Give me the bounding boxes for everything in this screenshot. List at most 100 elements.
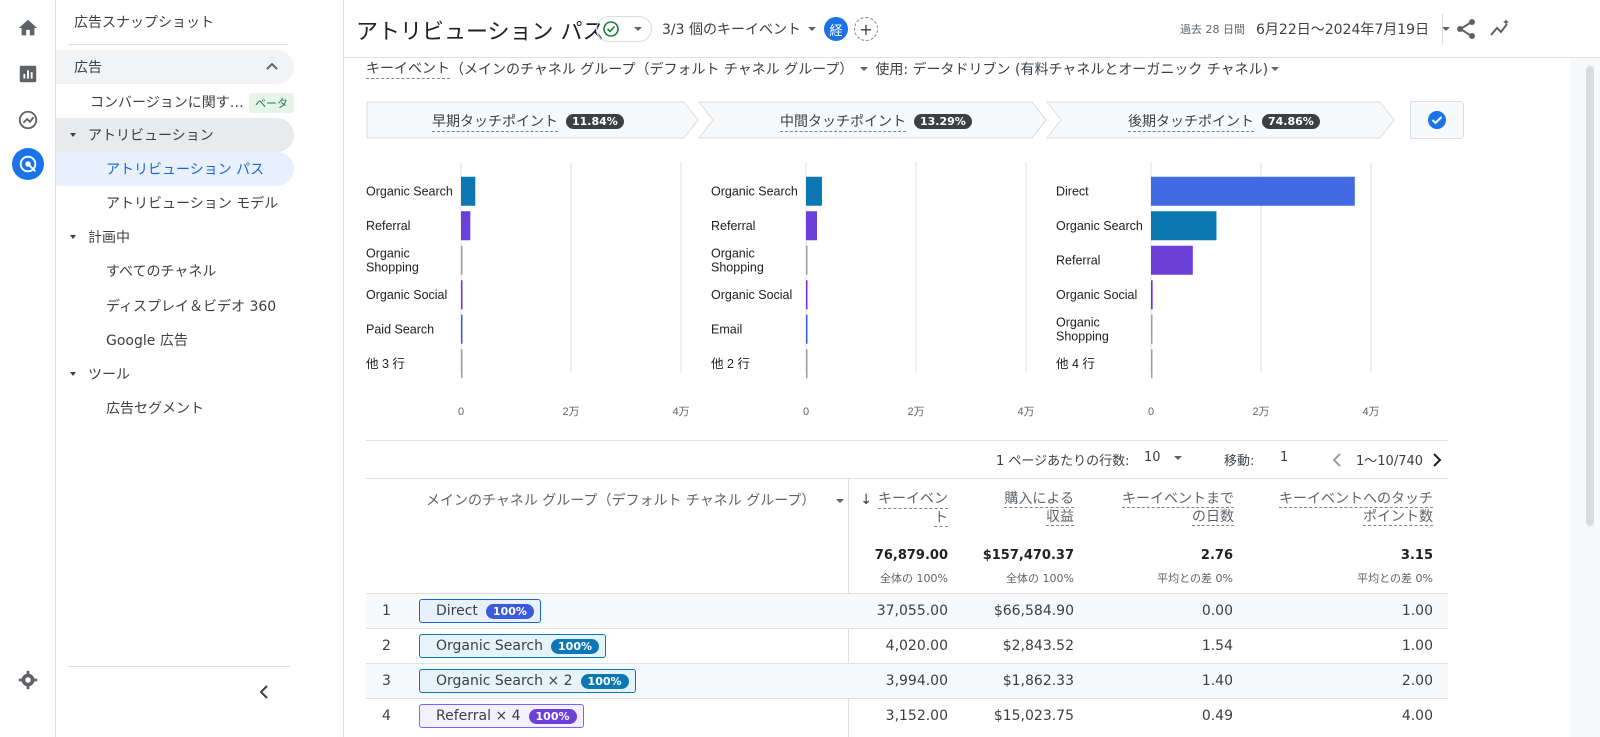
category-label: Organic Social (1056, 288, 1137, 302)
advertising-icon[interactable] (12, 148, 44, 180)
comparison-badge[interactable]: 経 (824, 17, 848, 41)
chart-svg: 0 2万 4万 Organic Search Referral Organic Shoppi… (366, 162, 690, 418)
cell-key-events: 3,994.00 (885, 673, 948, 689)
touchpoint-conversion[interactable] (1410, 101, 1464, 139)
sidebar-item-attribution-models[interactable]: アトリビューション モデル (56, 186, 294, 220)
touchpoint-early[interactable]: 早期タッチポイント 11.84% (366, 101, 700, 139)
sidebar-section-ads[interactable]: 広告 (56, 50, 294, 84)
dimension-column-label: メインのチャネル グループ（デフォルト チャネル グループ） (426, 493, 816, 509)
total-sub: 全体の 100% (880, 572, 948, 585)
add-comparison-icon[interactable]: + (854, 17, 878, 41)
prev-page-icon[interactable] (1330, 452, 1344, 468)
cell-revenue: $2,843.52 (1002, 638, 1074, 654)
status-dropdown[interactable] (596, 16, 652, 42)
sidebar-item-label: アトリビューション パス (106, 162, 265, 178)
sidebar-group-planning[interactable]: 計画中 (56, 220, 294, 254)
cell-days: 1.54 (1201, 638, 1233, 654)
column-header-touchpoints[interactable]: キーイベントへのタッチ ポイント数 (1244, 490, 1433, 526)
table-row[interactable]: 1 Direct 100% 37,055.00 $66,584.90 0.00 … (366, 593, 1448, 628)
bar (1151, 245, 1193, 275)
category-label: 他 4 行 (1056, 357, 1095, 371)
caret-down-icon (1271, 66, 1280, 71)
check-circle-icon (603, 21, 619, 37)
sidebar-item-dv360[interactable]: ディスプレイ＆ビデオ 360 (56, 289, 294, 323)
bar (806, 314, 808, 344)
next-page-icon[interactable] (1430, 452, 1444, 468)
table-row[interactable]: 3 Organic Search × 2 100% 3,994.00 $1,86… (366, 663, 1448, 698)
category-label: Organic Search (1056, 219, 1143, 233)
insights-icon[interactable] (1488, 17, 1512, 41)
tick-label: 2万 (907, 406, 924, 418)
sidebar-group-attribution[interactable]: アトリビューション (56, 118, 294, 152)
header-line1: キーイベントまで (1122, 491, 1234, 508)
row-index: 1 (382, 603, 391, 619)
reports-icon[interactable] (12, 58, 44, 90)
path-chip[interactable]: Organic Search × 2 100% (419, 669, 636, 693)
sidebar-title[interactable]: 広告スナップショット (74, 12, 214, 32)
sidebar-item-label: アトリビューション モデル (106, 196, 279, 212)
path-chip[interactable]: Direct 100% (419, 599, 541, 623)
caret-down-icon (836, 499, 845, 503)
tick-label: 2万 (562, 406, 579, 418)
chart-early: 0 2万 4万 Organic Search Referral Organic Shoppi… (366, 158, 696, 428)
category-label: Organic Shopping (366, 246, 419, 274)
touchpoint-middle[interactable]: 中間タッチポイント 13.29% (698, 101, 1048, 139)
goto-input[interactable]: 1 (1280, 450, 1288, 465)
category-label: Paid Search (366, 322, 434, 336)
total-value: 76,879.00 (874, 548, 948, 563)
dimension-name: （メインのチャネル グループ（デフォルト チャネル グループ） (450, 61, 854, 78)
sidebar-item-all-channels[interactable]: すべてのチャネル (56, 254, 294, 288)
caret-down-icon (1173, 455, 1182, 460)
key-events-dropdown[interactable]: 3/3 個のキーイベント (662, 19, 819, 39)
total-value: $157,470.37 (982, 548, 1074, 563)
dimension-column-header[interactable]: メインのチャネル グループ（デフォルト チャネル グループ） (426, 492, 847, 510)
collapse-sidebar-icon[interactable] (254, 682, 274, 702)
sidebar-item-label: Google 広告 (106, 333, 188, 349)
chart-svg: 0 2万 4万 Direct Organic Search Referral Organic… (1056, 162, 1380, 418)
column-header-days[interactable]: キーイベントまで の日数 (1084, 490, 1234, 526)
bar (461, 211, 471, 241)
path-chip[interactable]: Organic Search 100% (419, 634, 606, 658)
touchpoint-label: 後期タッチポイント 74.86% (1128, 111, 1320, 132)
touchpoint-late[interactable]: 後期タッチポイント 74.86% (1046, 101, 1396, 139)
rows-per-page-select[interactable]: 10 (1144, 450, 1185, 465)
row-index: 3 (382, 673, 391, 689)
share-icon[interactable] (1454, 17, 1478, 41)
cell-revenue: $15,023.75 (993, 708, 1074, 724)
table-row[interactable]: 4 Referral × 4 100% 3,152.00 $15,023.75 … (366, 698, 1448, 733)
nav-rail (0, 0, 56, 737)
category-label: Organic Social (711, 288, 792, 302)
explore-icon[interactable] (12, 104, 44, 136)
cell-days: 1.40 (1201, 673, 1233, 689)
settings-gear-icon[interactable] (12, 664, 44, 696)
touchpoint-name: 中間タッチポイント (780, 111, 906, 132)
dimension-selector-row[interactable]: キーイベント （メインのチャネル グループ（デフォルト チャネル グループ） 使… (366, 58, 1282, 79)
category-label: Organic Shopping (1056, 315, 1109, 343)
header-line2: 収益 (1046, 509, 1074, 526)
column-header-revenue[interactable]: 購入による 収益 (964, 490, 1074, 526)
tick-label: 4万 (672, 406, 689, 418)
table-row[interactable]: 2 Organic Search 100% 4,020.00 $2,843.52… (366, 628, 1448, 663)
sidebar-item-ad-segments[interactable]: 広告セグメント (56, 391, 294, 425)
date-range-picker[interactable]: 6月22日～2024年7月19日 (1256, 19, 1453, 39)
sidebar-item-label: 広告セグメント (106, 401, 204, 417)
column-header-key-events[interactable]: ↓ キーイベン ト (854, 490, 948, 527)
app: 広告スナップショット 広告 コンバージョンに関す… ベータ アトリビューション … (0, 0, 1600, 737)
header-line2: ト (934, 510, 948, 527)
bar (806, 211, 817, 241)
tick-label: 2万 (1252, 406, 1269, 418)
header-line2: の日数 (1192, 509, 1234, 526)
sidebar-item-google-ads[interactable]: Google 広告 (56, 323, 294, 357)
bar (461, 245, 463, 275)
header-divider (1442, 14, 1443, 44)
category-label: Referral (366, 219, 410, 233)
page-range: 1～10/740 (1356, 454, 1424, 469)
path-label: Organic Search × 2 (436, 673, 573, 689)
bar (806, 176, 822, 206)
sidebar-group-tools[interactable]: ツール (56, 357, 294, 391)
path-chip[interactable]: Referral × 4 100% (419, 704, 584, 728)
sidebar-item-conversion[interactable]: コンバージョンに関す… ベータ (56, 85, 294, 119)
home-icon[interactable] (12, 12, 44, 44)
sidebar-item-attribution-paths[interactable]: アトリビューション パス (56, 152, 294, 186)
scrollbar[interactable] (1586, 66, 1594, 526)
